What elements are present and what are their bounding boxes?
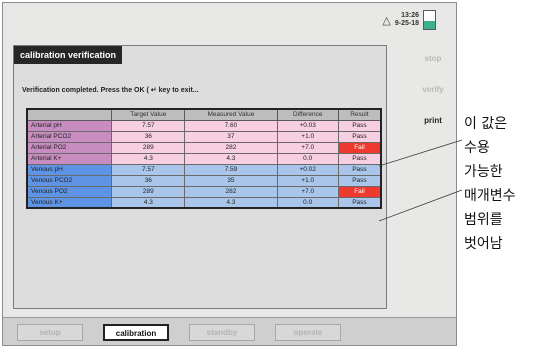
annotation-line: 이 값은 [464, 116, 508, 132]
annotation-line: 가능한 [464, 164, 503, 180]
leader-line-venous [378, 189, 463, 222]
annotation-line: 벗어남 [464, 236, 503, 252]
annotation-line: 수용 [464, 140, 490, 156]
leader-line-arterial [378, 139, 463, 167]
annotation-text: 이 값은수용가능한매개변수범위를벗어남 [464, 112, 544, 256]
annotation-line: 범위를 [464, 212, 503, 228]
annotation-line: 매개변수 [464, 188, 516, 204]
